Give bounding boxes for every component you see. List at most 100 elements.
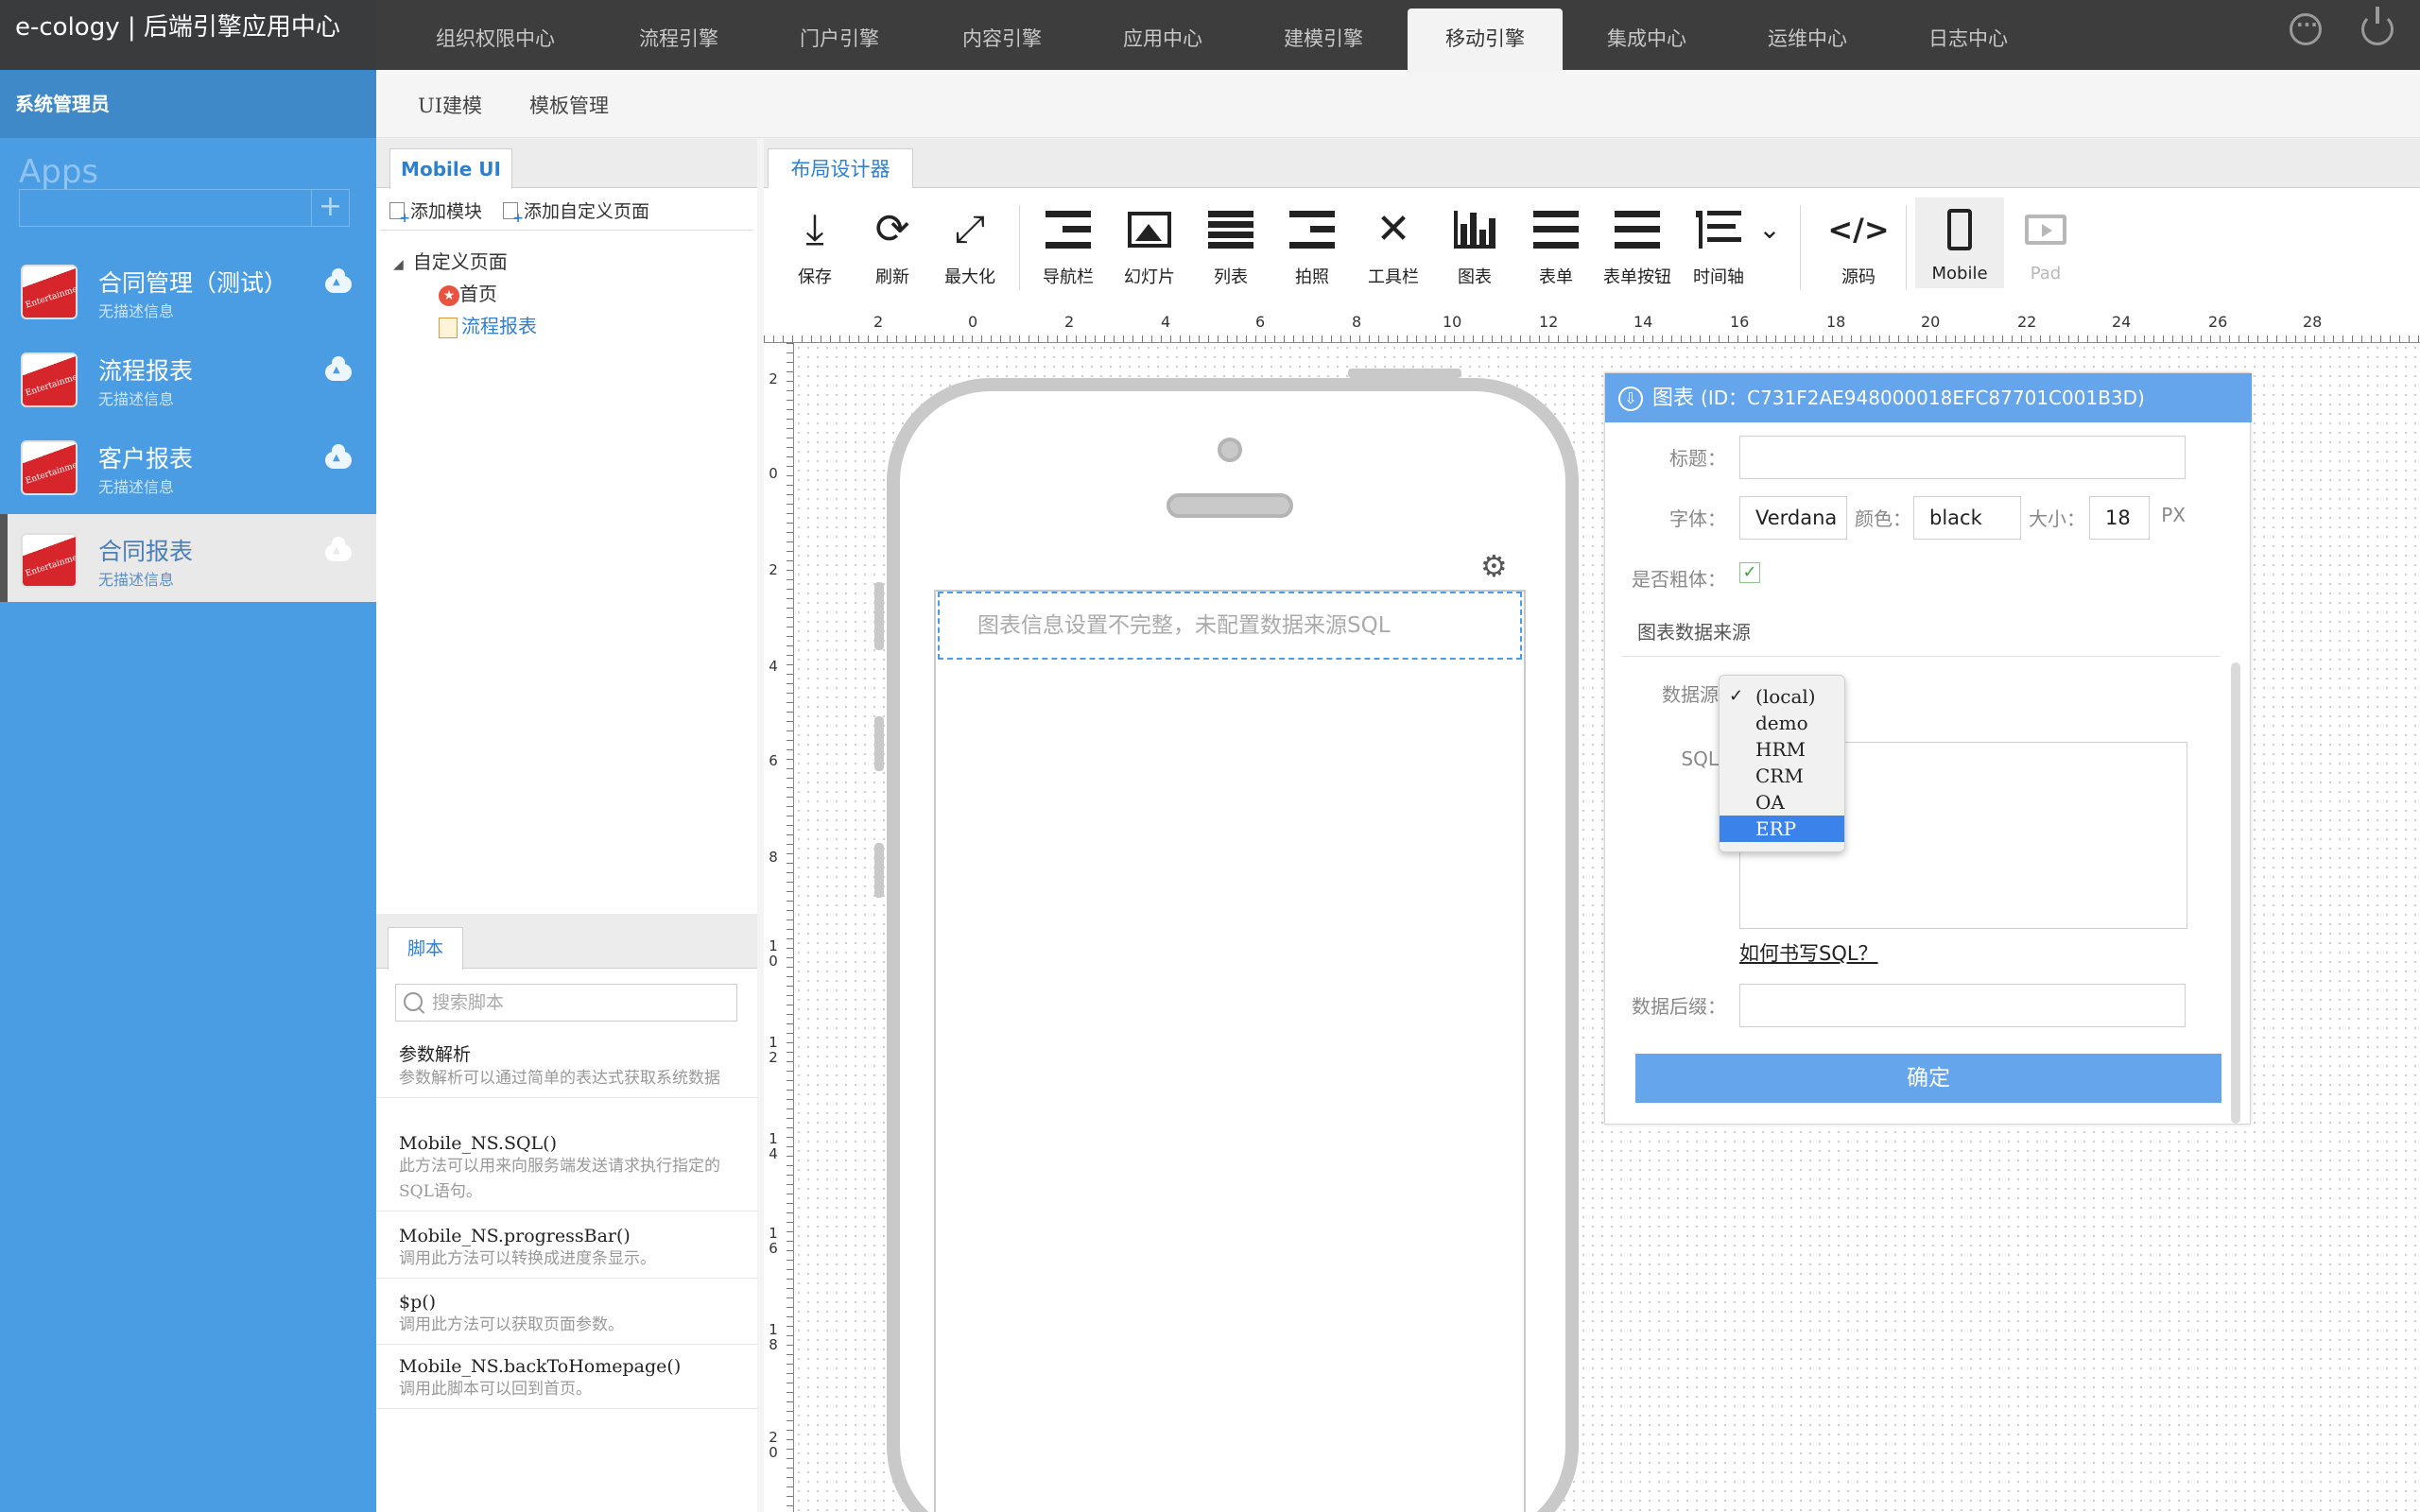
confirm-button[interactable]: 确定 (1635, 1054, 2221, 1103)
refresh-button[interactable]: ⟳ 刷新 (855, 201, 930, 288)
cloud-upload-icon[interactable] (325, 444, 352, 469)
datasource-option[interactable]: HRM (1720, 736, 1844, 763)
ruler-number: 1 8 (769, 1321, 778, 1353)
script-search-input[interactable]: 搜索脚本 (395, 984, 737, 1022)
collapse-triangle-icon[interactable]: ◢ (393, 257, 404, 272)
more-icon[interactable] (2290, 13, 2322, 45)
ruler-number: 1 6 (769, 1225, 778, 1257)
ruler-number: 22 (2017, 313, 2037, 331)
app-item-title: 合同报表 (98, 538, 194, 565)
collapse-icon[interactable]: ⇩ (1618, 387, 1643, 411)
source-code-button[interactable]: </> 源码 (1821, 201, 1896, 288)
chart-component-placeholder[interactable]: 图表信息设置不完整，未配置数据来源SQL (938, 592, 1522, 660)
tablet-icon (2008, 201, 2083, 258)
cloud-upload-icon[interactable] (325, 537, 352, 561)
title-input[interactable] (1739, 436, 2186, 479)
sql-help-link[interactable]: 如何书写SQL？ (1739, 938, 1878, 967)
pad-view-button[interactable]: Pad (2008, 201, 2083, 284)
power-icon[interactable] (2361, 7, 2394, 45)
navbar-icon (1030, 201, 1106, 258)
ruler-number: 1 0 (769, 937, 778, 970)
page-edit-icon (439, 317, 458, 338)
script-list-item[interactable]: Mobile_NS.SQL() 此方法可以用来向服务端发送请求执行指定的SQL语… (376, 1127, 757, 1211)
font-input[interactable]: Verdana (1739, 496, 1847, 540)
toolbar-component-button[interactable]: ✕ 工具栏 (1356, 201, 1431, 288)
script-desc: 调用此方法可以获取页面参数。 (399, 1315, 624, 1334)
app-item-desc: 无描述信息 (98, 478, 175, 496)
nav-tab-app-center[interactable]: 应用中心 (1085, 0, 1240, 70)
tool-label: Pad (2030, 264, 2062, 284)
script-list-item[interactable]: $p() 调用此方法可以获取页面参数。 (376, 1286, 757, 1345)
nav-tab-org[interactable]: 组织权限中心 (418, 0, 573, 70)
bold-checkbox[interactable]: ✓ (1739, 562, 1760, 583)
save-button[interactable]: ⤓ 保存 (777, 201, 853, 288)
navbar-component-button[interactable]: 导航栏 (1030, 201, 1106, 288)
add-app-button[interactable]: + (312, 189, 350, 227)
designer-tabstrip: 布局设计器 (764, 139, 2420, 189)
datasource-dropdown[interactable]: (local) demo HRM CRM OA ERP (1719, 675, 1845, 852)
dialog-scrollbar[interactable] (2231, 662, 2240, 1124)
tab-layout-designer[interactable]: 布局设计器 (768, 148, 913, 189)
tab-mobile-ui[interactable]: Mobile UI (389, 148, 512, 189)
script-list-item[interactable]: 参数解析 参数解析可以通过简单的表达式获取系统数据 (376, 1035, 757, 1098)
apps-search-input[interactable] (19, 189, 312, 227)
timeline-component-button[interactable]: 时间轴 (1681, 201, 1756, 288)
tree-node-label: 流程报表 (461, 315, 537, 337)
tree-node-home[interactable]: ★ 首页 (439, 279, 497, 306)
app-item[interactable]: 客户报表 无描述信息 (0, 421, 376, 509)
nav-tab-workflow[interactable]: 流程引擎 (601, 0, 756, 70)
nav-tab-content[interactable]: 内容引擎 (925, 0, 1080, 70)
datasource-option[interactable]: demo (1720, 710, 1844, 736)
dialog-header[interactable]: 图表 (ID：C731F2AE948000018EFC87701C001B3D) (1605, 373, 2252, 422)
phone-side-button (874, 582, 884, 650)
form-component-button[interactable]: 表单 (1518, 201, 1594, 288)
datasource-option-highlighted[interactable]: ERP (1720, 816, 1844, 842)
app-thumbnail (21, 265, 78, 319)
tree-node-workflow-report[interactable]: 流程报表 (439, 311, 537, 338)
tree-root-node[interactable]: ◢ 自定义页面 (393, 247, 508, 274)
subnav-ui-modeling[interactable]: UI建模 (418, 91, 482, 119)
tool-label: 图表 (1458, 267, 1492, 287)
script-list-item[interactable]: Mobile_NS.progressBar() 调用此方法可以转换成进度条显示。 (376, 1220, 757, 1279)
picture-icon (1112, 201, 1187, 258)
photo-component-button[interactable]: 拍照 (1274, 201, 1350, 288)
maximize-button[interactable]: ⤢ 最大化 (932, 201, 1008, 288)
nav-tab-modeling[interactable]: 建模引擎 (1246, 0, 1401, 70)
datasource-option[interactable]: OA (1720, 789, 1844, 816)
nav-tab-log[interactable]: 日志中心 (1891, 0, 2046, 70)
font-label: 字体： (1669, 507, 1726, 530)
tab-script[interactable]: 脚本 (388, 927, 463, 970)
tool-label: 幻灯片 (1124, 267, 1175, 287)
nav-tab-integration[interactable]: 集成中心 (1569, 0, 1724, 70)
nav-tab-ops[interactable]: 运维中心 (1730, 0, 1885, 70)
add-module-button[interactable]: 添加模块 (389, 198, 482, 226)
chart-component-button[interactable]: 图表 (1437, 201, 1512, 288)
datasource-option[interactable]: CRM (1720, 763, 1844, 789)
color-input[interactable]: black (1913, 496, 2021, 540)
phone-screen[interactable] (934, 590, 1526, 1512)
slideshow-component-button[interactable]: 幻灯片 (1112, 201, 1187, 288)
mobile-view-button[interactable]: Mobile (1915, 198, 2004, 288)
nav-tab-portal[interactable]: 门户引擎 (762, 0, 917, 70)
more-components-button[interactable]: ⌄ (1751, 201, 1789, 258)
size-input[interactable]: 18 (2089, 496, 2150, 540)
nav-tab-mobile[interactable]: 移动引擎 (1408, 9, 1563, 70)
tool-label: 最大化 (944, 267, 995, 287)
subnav-template-management[interactable]: 模板管理 (529, 91, 609, 119)
form-button-component-button[interactable]: 表单按钮 (1599, 201, 1675, 288)
app-item[interactable]: 合同管理（测试） 无描述信息 (0, 246, 376, 334)
app-item-selected[interactable]: 合同报表 无描述信息 (0, 514, 376, 602)
tool-label: 时间轴 (1693, 267, 1744, 287)
suffix-input[interactable] (1739, 984, 2186, 1027)
cloud-upload-icon[interactable] (325, 356, 352, 381)
gear-icon[interactable]: ⚙ (1480, 548, 1508, 584)
app-item[interactable]: 流程报表 无描述信息 (0, 334, 376, 421)
add-custom-page-button[interactable]: 添加自定义页面 (503, 198, 649, 226)
cloud-upload-icon[interactable] (325, 268, 352, 293)
ruler-number: 2 (769, 561, 778, 578)
bold-label: 是否粗体： (1632, 568, 1726, 591)
tree-root-label: 自定义页面 (412, 250, 508, 273)
datasource-option[interactable]: (local) (1720, 683, 1844, 710)
script-list-item[interactable]: Mobile_NS.backToHomepage() 调用此脚本可以回到首页。 (376, 1350, 757, 1409)
list-component-button[interactable]: 列表 (1193, 201, 1269, 288)
